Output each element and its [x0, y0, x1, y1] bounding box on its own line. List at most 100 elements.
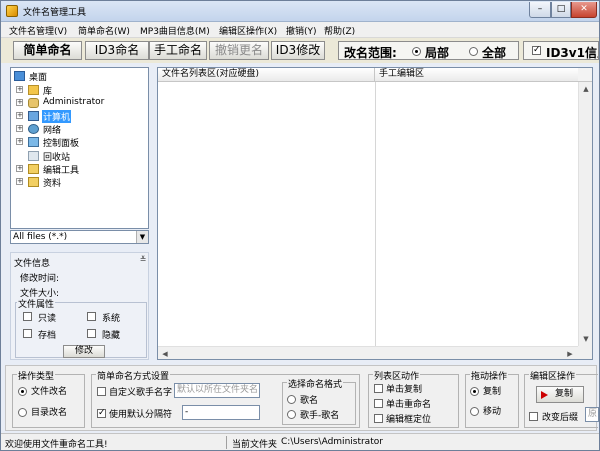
readonly-checkbox[interactable] [23, 312, 32, 321]
format-singer-song-radio[interactable] [287, 410, 296, 419]
hidden-checkbox[interactable] [87, 329, 96, 338]
tree-node-label: 回收站 [43, 153, 71, 163]
file-list-column-header[interactable]: 文件名列表区(对应硬盘) [158, 68, 375, 82]
manual-edit-column-header[interactable]: 手工编辑区 [375, 68, 578, 82]
id3-modify-button[interactable]: ID3修改 [271, 41, 325, 60]
expand-icon[interactable]: + [16, 178, 23, 185]
menu-bar: 文件名管理(V) 简单命名(W) MP3曲目信息(M) 编辑区操作(X) 撤销(… [1, 22, 599, 38]
simple-naming-button[interactable]: 简单命名 [13, 41, 82, 60]
default-separator-checkbox[interactable]: ✓ [97, 409, 106, 418]
dir-rename-radio[interactable] [18, 408, 27, 417]
collapse-icon[interactable]: ≚ [138, 255, 148, 265]
click-rename-label: 单击重命名 [386, 400, 432, 410]
options-panel: 操作类型 文件改名 目录改名 简单命名方式设置 自定义歌手名字 默认以所在文件夹… [5, 365, 599, 431]
edit-locate-label: 编辑框定位 [386, 415, 432, 425]
attributes-group: 文件属性 只读 系统 存档 隐藏 修改 [15, 297, 147, 358]
dropdown-arrow-icon[interactable]: ▼ [136, 231, 148, 243]
network-icon [28, 124, 39, 134]
list-action-group: 列表区动作 单击复制 单击重命名 编辑框定位 [368, 369, 459, 428]
edit-area-group: 编辑区操作 复制 改变后缀 原 [524, 369, 599, 428]
operation-type-title: 操作类型 [17, 369, 56, 382]
file-info-title: 文件信息 [14, 259, 51, 269]
scroll-left-icon[interactable]: ◀ [158, 347, 172, 359]
modify-attributes-button[interactable]: 修改 [63, 345, 105, 358]
click-rename-checkbox[interactable] [374, 399, 383, 408]
separator-input[interactable]: - [182, 405, 260, 420]
tree-node-label: Administrator [43, 97, 105, 107]
file-rename-radio[interactable] [18, 387, 27, 396]
expand-icon[interactable]: + [16, 99, 23, 106]
simple-naming-group: 简单命名方式设置 自定义歌手名字 默认以所在文件夹名 ✓ 使用默认分隔符 - 选… [91, 369, 360, 428]
rename-scope-label: 改名范围: [344, 46, 397, 60]
scroll-up-icon[interactable]: ▲ [579, 82, 592, 96]
menu-undo[interactable]: 撤销(Y) [286, 24, 317, 37]
system-label: 系统 [102, 314, 121, 324]
scope-local-label: 局部 [425, 46, 450, 60]
system-checkbox[interactable] [87, 312, 96, 321]
file-type-filter[interactable]: All files (*.*) ▼ [10, 230, 149, 244]
drag-copy-radio[interactable] [470, 387, 479, 396]
dir-rename-label: 目录改名 [31, 408, 68, 418]
file-grid[interactable]: 文件名列表区(对应硬盘) 手工编辑区 ▲ ▼ ◀ ▶ [157, 67, 593, 360]
custom-singer-input[interactable]: 默认以所在文件夹名 [174, 383, 260, 398]
title-bar: 文件名管理工具 – □ ✕ [1, 1, 599, 22]
expand-icon[interactable]: + [16, 86, 23, 93]
app-icon [6, 5, 18, 17]
copy-button[interactable]: 复制 [536, 386, 584, 403]
vertical-scrollbar[interactable]: ▲ ▼ [578, 82, 592, 346]
menu-file-name[interactable]: 文件名管理(V) [9, 24, 67, 37]
id3-option-group: ✓ ID3v1信息 [523, 41, 599, 60]
expand-icon[interactable]: + [16, 125, 23, 132]
menu-mp3-info[interactable]: MP3曲目信息(M) [140, 24, 210, 37]
header-filler [578, 68, 592, 82]
modified-time-label: 修改时间: [20, 274, 60, 284]
tree-node-label: 网络 [43, 126, 62, 136]
close-button[interactable]: ✕ [571, 2, 597, 18]
suffix-input[interactable]: 原 [585, 407, 599, 422]
undo-rename-button[interactable]: 撤销更名 [209, 41, 269, 60]
copy-button-label: 复制 [555, 389, 574, 399]
user-icon [28, 98, 39, 108]
name-format-group: 选择命名格式 歌名 歌手-歌名 [282, 377, 356, 425]
menu-help[interactable]: 帮助(Z) [324, 24, 355, 37]
maximize-button[interactable]: □ [551, 2, 571, 18]
drag-move-radio[interactable] [470, 407, 479, 416]
menu-edit-ops[interactable]: 编辑区操作(X) [219, 24, 277, 37]
click-copy-label: 单击复制 [386, 385, 423, 395]
menu-simple-naming[interactable]: 简单命名(W) [78, 24, 130, 37]
tree-node-label: 编辑工具 [43, 166, 80, 176]
default-separator-label: 使用默认分隔符 [109, 410, 173, 420]
format-song-radio[interactable] [287, 395, 296, 404]
change-suffix-checkbox[interactable] [529, 412, 538, 421]
id3v1-label: ID3v1信息 [546, 46, 598, 60]
folder-tree[interactable]: 桌面 + 库 + Administrator + 计算机 + 网络 + 控制面板… [10, 67, 149, 229]
change-suffix-label: 改变后缀 [542, 413, 579, 423]
archive-checkbox[interactable] [23, 329, 32, 338]
scope-all-label: 全部 [482, 46, 507, 60]
scope-local-radio[interactable] [412, 47, 421, 56]
horizontal-scrollbar[interactable]: ◀ ▶ [158, 346, 578, 359]
id3v1-checkbox[interactable]: ✓ [532, 46, 541, 55]
scroll-right-icon[interactable]: ▶ [563, 347, 577, 359]
click-copy-checkbox[interactable] [374, 384, 383, 393]
drag-copy-label: 复制 [483, 387, 502, 397]
drag-operation-title: 拖动操作 [470, 369, 509, 382]
toolbar: 简单命名 ID3命名 手工命名 撤销更名 ID3修改 改名范围: 局部 全部 ✓… [1, 38, 599, 63]
current-folder-path: C:\Users\Administrator [281, 437, 383, 447]
recycle-bin-icon [28, 151, 39, 161]
manual-naming-button[interactable]: 手工命名 [149, 41, 207, 60]
expand-icon[interactable]: + [16, 165, 23, 172]
drag-move-label: 移动 [483, 407, 502, 417]
expand-icon[interactable]: + [16, 112, 23, 119]
edit-locate-checkbox[interactable] [374, 414, 383, 423]
status-divider [226, 436, 227, 449]
id3-naming-button[interactable]: ID3命名 [85, 41, 149, 60]
desktop-icon [14, 71, 25, 81]
scope-all-radio[interactable] [469, 47, 478, 56]
folder-icon [28, 164, 39, 174]
minimize-button[interactable]: – [529, 2, 551, 18]
custom-singer-checkbox[interactable] [97, 387, 106, 396]
scroll-down-icon[interactable]: ▼ [579, 332, 592, 346]
filter-value: All files (*.*) [13, 232, 68, 242]
expand-icon[interactable]: + [16, 138, 23, 145]
